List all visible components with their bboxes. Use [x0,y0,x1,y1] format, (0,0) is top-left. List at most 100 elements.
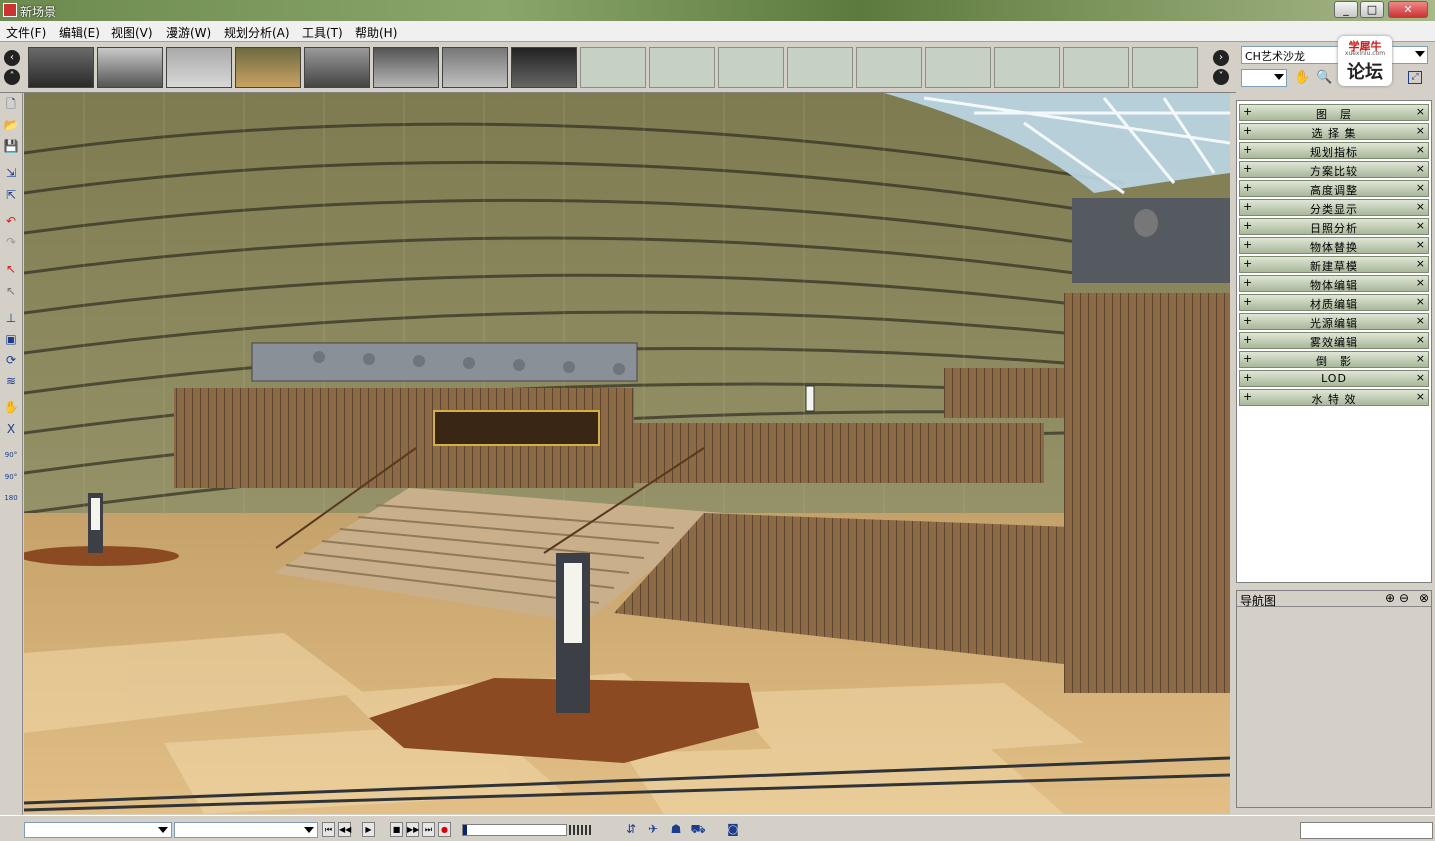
empty-thumbnail-slot[interactable] [787,47,853,88]
viewpoint-select[interactable] [24,822,172,838]
vehicle-icon[interactable]: ⛟ [689,822,707,838]
thumb-down-icon[interactable]: ˅ [1213,69,1229,85]
empty-thumbnail-slot[interactable] [994,47,1060,88]
panel-item-light-edit[interactable]: + 光源编辑 × [1239,313,1429,330]
playback-progress-bar[interactable] [462,824,567,836]
close-icon[interactable]: × [1416,371,1425,384]
font-select[interactable]: CH艺术沙龙 [1241,46,1428,64]
viewpoint-thumbnail[interactable] [511,47,577,88]
empty-thumbnail-slot[interactable] [649,47,715,88]
close-icon[interactable]: × [1416,295,1425,308]
panel-item-fog-edit[interactable]: + 雾效编辑 × [1239,332,1429,349]
panel-item-object-edit[interactable]: + 物体编辑 × [1239,275,1429,292]
viewpoint-thumbnail[interactable] [373,47,439,88]
viewpoint-thumbnail[interactable] [442,47,508,88]
hand-icon[interactable]: ✋ [3,399,19,415]
maximize-button[interactable]: □ [1360,1,1384,18]
redo-icon[interactable]: ↷ [3,234,19,250]
close-icon[interactable]: × [1416,219,1425,232]
empty-thumbnail-slot[interactable] [1063,47,1129,88]
panel-item-planning-index[interactable]: + 规划指标 × [1239,142,1429,159]
layers-icon[interactable]: ≋ [3,373,19,389]
close-icon[interactable]: × [1416,276,1425,289]
move-icon[interactable]: ⊥ [3,310,19,326]
undo-icon[interactable]: ↶ [3,213,19,229]
close-icon[interactable]: × [1416,257,1425,270]
open-icon[interactable]: 📂 [3,117,19,133]
axis-icon[interactable]: X [3,421,19,437]
thumb-up-icon[interactable]: ˄ [4,69,20,85]
thumb-prev-icon[interactable]: ‹ [4,50,20,66]
close-icon[interactable]: × [1416,124,1425,137]
rotate-icon[interactable]: ⟳ [3,352,19,368]
menu-view[interactable]: 视图(V) [111,24,153,41]
close-button[interactable]: ✕ [1388,1,1428,18]
speed-slider[interactable] [569,825,593,835]
panel-item-material-edit[interactable]: + 材质编辑 × [1239,294,1429,311]
close-icon[interactable]: × [1416,352,1425,365]
empty-thumbnail-slot[interactable] [1132,47,1198,88]
panel-item-water-effect[interactable]: + 水 特 效 × [1239,389,1429,406]
viewpoint-thumbnail[interactable] [166,47,232,88]
first-frame-button[interactable]: ⏮ [322,822,335,837]
size-select[interactable] [1241,69,1287,87]
export-icon[interactable]: ⇱ [3,187,19,203]
thumb-next-icon[interactable]: › [1213,50,1229,66]
maximize-view-icon[interactable]: ⤢ [1408,71,1422,84]
panel-item-lod[interactable]: + LOD × [1239,370,1429,387]
rewind-button[interactable]: ◀◀ [338,822,351,837]
viewpoint-thumbnail[interactable] [235,47,301,88]
fly-icon[interactable]: ✈ [644,822,662,838]
close-icon[interactable]: × [1416,181,1425,194]
menu-tools[interactable]: 工具(T) [302,24,343,41]
3d-viewport[interactable] [24,93,1230,814]
zoom-icon[interactable]: 🔍 [1316,70,1332,85]
pointer-icon[interactable]: ↖ [3,283,19,299]
close-icon[interactable]: × [1416,390,1425,403]
zoom-out-icon[interactable]: ⊖ [1399,591,1409,605]
menu-planning-analysis[interactable]: 规划分析(A) [224,24,290,41]
camera-icon[interactable]: ◙ [724,822,742,838]
stop-button[interactable]: ■ [390,822,403,837]
panel-item-reflection[interactable]: + 倒 影 × [1239,351,1429,368]
save-icon[interactable]: 💾 [3,138,19,154]
panel-item-layers[interactable]: + 图 层 × [1239,104,1429,121]
select-icon[interactable]: ↖ [3,261,19,277]
rotate-180-icon[interactable]: 180 [3,490,19,506]
minimize-button[interactable]: _ [1334,1,1358,18]
last-frame-button[interactable]: ⏭ [422,822,435,837]
panel-item-category-display[interactable]: + 分类显示 × [1239,199,1429,216]
people-icon[interactable]: ☗ [667,822,685,838]
empty-thumbnail-slot[interactable] [856,47,922,88]
menu-edit[interactable]: 编辑(E) [59,24,100,41]
empty-thumbnail-slot[interactable] [925,47,991,88]
empty-thumbnail-slot[interactable] [718,47,784,88]
fast-forward-button[interactable]: ▶▶ [406,822,419,837]
close-icon[interactable]: × [1416,200,1425,213]
close-icon[interactable]: × [1416,105,1425,118]
walk-icon[interactable]: ⇵ [622,822,640,838]
panel-item-scheme-compare[interactable]: + 方案比较 × [1239,161,1429,178]
playback-progress-handle[interactable] [463,825,467,835]
menu-walk[interactable]: 漫游(W) [166,24,211,41]
viewpoint-thumbnail[interactable] [97,47,163,88]
new-icon[interactable]: 🗋 [3,96,19,112]
viewpoint-thumbnail[interactable] [304,47,370,88]
close-icon[interactable]: × [1416,143,1425,156]
menu-file[interactable]: 文件(F) [6,24,46,41]
close-icon[interactable]: × [1416,162,1425,175]
path-select[interactable] [174,822,318,838]
close-icon[interactable]: × [1416,238,1425,251]
panel-item-sunlight-analysis[interactable]: + 日照分析 × [1239,218,1429,235]
panel-item-new-draft-model[interactable]: + 新建草模 × [1239,256,1429,273]
panel-item-selection-set[interactable]: + 选 择 集 × [1239,123,1429,140]
zoom-in-icon[interactable]: ⊕ [1385,591,1395,605]
rotate-90-icon[interactable]: 90° [3,447,19,463]
rotate-90b-icon[interactable]: 90° [3,469,19,485]
close-icon[interactable]: ⊗ [1419,591,1429,605]
play-button[interactable]: ▶ [362,822,375,837]
box-icon[interactable]: ▣ [3,331,19,347]
record-button[interactable]: ● [438,822,451,837]
panel-item-height-adjust[interactable]: + 高度调整 × [1239,180,1429,197]
close-icon[interactable]: × [1416,333,1425,346]
